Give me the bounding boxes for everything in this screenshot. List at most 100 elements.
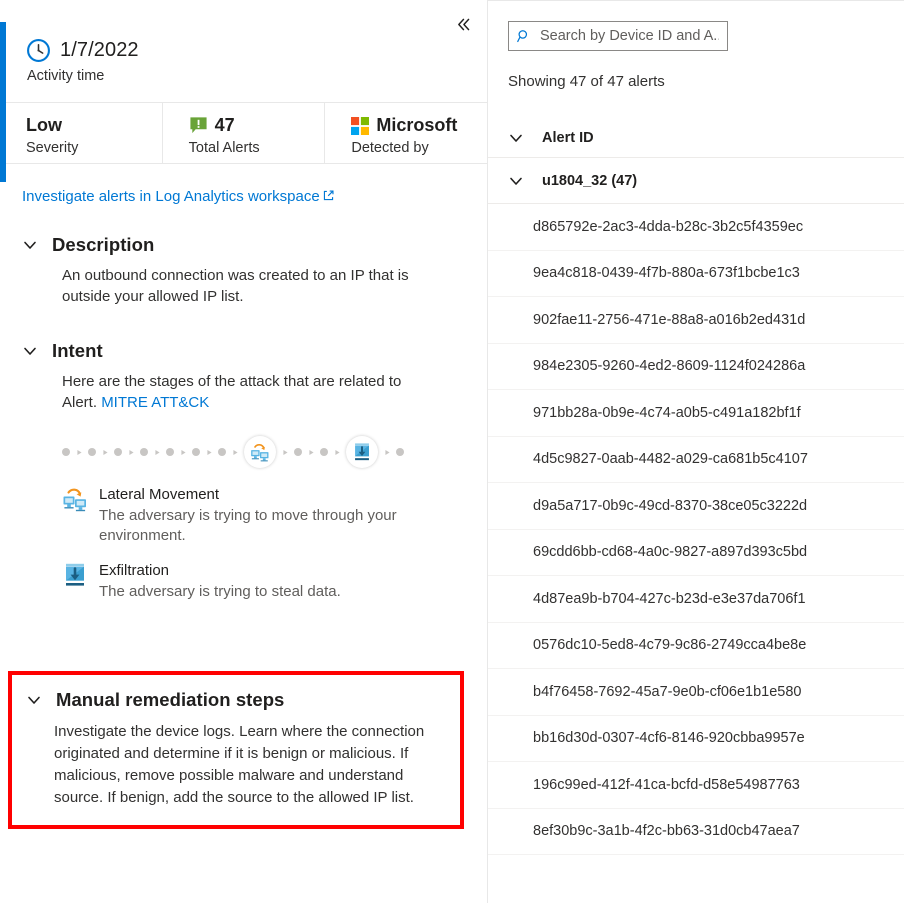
alert-id-value: 69cdd6bb-cd68-4a0c-9827-a897d393c5bd [533,544,807,560]
manual-remediation-section: Manual remediation steps Investigate the… [8,671,464,829]
alert-list-panel: Showing 47 of 47 alerts Alert ID u1804_3… [488,0,904,903]
alert-badge-icon [189,116,208,135]
chain-arrow-icon [122,449,140,456]
alert-id-value: 0576dc10-5ed8-4c79-9c86-2749cca4be8e [533,637,806,653]
chain-arrow-icon [302,449,320,456]
chain-arrow-icon [226,449,244,456]
alert-row[interactable]: 8ef30b9c-3a1b-4f2c-bb63-31d0cb47aea7 [488,809,904,856]
investigate-log-analytics-link[interactable]: Investigate alerts in Log Analytics work… [22,188,335,205]
alert-row[interactable]: bb16d30d-0307-4cf6-8146-920cbba9957e [488,716,904,763]
total-alerts-value: 47 [215,115,235,136]
description-section-header[interactable]: Description [22,234,465,256]
attack-stage-list: Lateral Movement The adversary is trying … [22,485,465,602]
mitre-attack-link[interactable]: MITRE ATT&CK [101,394,209,411]
alert-id-value: 4d87ea9b-b704-427c-b23d-e3e37da706f1 [533,591,806,607]
stat-total-alerts: 47 Total Alerts [163,103,326,163]
alert-stats-row: Low Severity 47 Total Alerts [0,102,487,164]
alert-id-value: 902fae11-2756-471e-88a8-a016b2ed431d [533,312,805,328]
alert-row[interactable]: 0576dc10-5ed8-4c79-9c86-2749cca4be8e [488,623,904,670]
chain-stage-lateral-movement-icon[interactable] [244,436,276,468]
investigate-log-analytics-label: Investigate alerts in Log Analytics work… [22,188,320,205]
remediation-title: Manual remediation steps [56,689,284,711]
chain-arrow-icon [328,449,346,456]
alert-id-column-header[interactable]: Alert ID [488,118,904,158]
alert-id-value: 196c99ed-412f-41ca-bcfd-d58e54987763 [533,777,800,793]
chain-stage-dot [396,448,404,456]
alert-row[interactable]: 984e2305-9260-4ed2-8609-1124f024286a [488,344,904,391]
attack-stage-item: ExfiltrationThe adversary is trying to s… [62,561,465,602]
chain-arrow-icon [148,449,166,456]
chain-arrow-icon [200,449,218,456]
total-alerts-label: Total Alerts [189,140,325,156]
stat-detected-by: Microsoft Detected by [325,103,487,163]
description-title: Description [52,234,154,256]
alert-row[interactable]: b4f76458-7692-45a7-9e0b-cf06e1b1e580 [488,669,904,716]
lateral-movement-icon [62,486,88,512]
alert-id-value: 4d5c9827-0aab-4482-a029-ca681b5c4107 [533,451,808,467]
chevron-double-left-icon[interactable] [447,8,479,40]
attack-stage-item: Lateral Movement The adversary is trying … [62,485,465,546]
alert-group-row[interactable]: u1804_32 (47) [488,158,904,204]
detected-by-value-row: Microsoft [351,114,487,137]
alert-row[interactable]: 4d87ea9b-b704-427c-b23d-e3e37da706f1 [488,576,904,623]
activity-time-label: Activity time [27,68,487,84]
severity-accent-bar [0,22,6,182]
intent-section-header[interactable]: Intent [22,340,465,362]
chain-stage-dot [192,448,200,456]
search-box[interactable] [508,21,728,51]
search-icon [517,29,531,43]
alert-row[interactable]: 971bb28a-0b9e-4c74-a0b5-c491a182bf1f [488,390,904,437]
search-wrap [488,1,904,51]
alert-row[interactable]: d865792e-2ac3-4dda-b28c-3b2c5f4359ec [488,204,904,251]
intent-section: Intent Here are the stages of the attack… [0,340,487,602]
log-analytics-link-wrap: Investigate alerts in Log Analytics work… [0,164,487,206]
severity-value: Low [26,114,162,137]
remediation-section-header[interactable]: Manual remediation steps [26,689,446,711]
alert-row[interactable]: d9a5a717-0b9c-49cd-8370-38ce05c3222d [488,483,904,530]
intent-body: Here are the stages of the attack that a… [22,371,465,413]
chain-arrow-icon [276,449,294,456]
chain-arrow-icon [174,449,192,456]
clock-icon [26,38,51,63]
chain-stage-dot [62,448,70,456]
alert-id-value: 984e2305-9260-4ed2-8609-1124f024286a [533,358,805,374]
chevron-down-icon [22,343,38,359]
description-section: Description An outbound connection was c… [0,234,487,307]
chain-stage-dot [114,448,122,456]
activity-summary: 1/7/2022 Activity time [0,0,487,102]
alert-id-value: b4f76458-7692-45a7-9e0b-cf06e1b1e580 [533,684,801,700]
alert-id-value: 971bb28a-0b9e-4c74-a0b5-c491a182bf1f [533,405,801,421]
stat-severity: Low Severity [0,103,163,163]
attack-stage-description: The adversary is trying to steal data. [99,582,341,602]
chain-stage-dot [166,448,174,456]
alert-details-panel: 1/7/2022 Activity time Low Severity [0,0,488,903]
attack-stage-track [22,435,465,469]
alert-row[interactable]: 196c99ed-412f-41ca-bcfd-d58e54987763 [488,762,904,809]
alert-group-label: u1804_32 (47) [542,173,637,189]
alert-row[interactable]: 9ea4c818-0439-4f7b-880a-673f1bcbe1c3 [488,251,904,298]
attack-stage-description: The adversary is trying to move through … [99,506,429,546]
detected-by-value: Microsoft [376,115,457,136]
alert-row[interactable]: 69cdd6bb-cd68-4a0c-9827-a897d393c5bd [488,530,904,577]
chain-arrow-icon [96,449,114,456]
chain-stage-exfiltration-icon[interactable] [346,436,378,468]
detected-by-label: Detected by [351,140,487,156]
alert-id-value: d865792e-2ac3-4dda-b28c-3b2c5f4359ec [533,219,803,235]
chevron-down-icon [26,692,42,708]
microsoft-logo-icon [351,117,369,135]
exfiltration-icon [62,562,88,588]
alert-id-value: 8ef30b9c-3a1b-4f2c-bb63-31d0cb47aea7 [533,823,800,839]
chain-arrow-icon [70,449,88,456]
alert-rows-container: d865792e-2ac3-4dda-b28c-3b2c5f4359ec 9ea4… [488,204,904,855]
severity-label: Severity [26,140,162,156]
remediation-body: Investigate the device logs. Learn where… [26,721,446,809]
alert-row[interactable]: 902fae11-2756-471e-88a8-a016b2ed431d [488,297,904,344]
intent-title: Intent [52,340,103,362]
search-input[interactable] [540,28,719,44]
alert-row[interactable]: 4d5c9827-0aab-4482-a029-ca681b5c4107 [488,437,904,484]
showing-count-label: Showing 47 of 47 alerts [488,51,904,90]
alert-id-value: 9ea4c818-0439-4f7b-880a-673f1bcbe1c3 [533,265,800,281]
attack-stage-name: Lateral Movement [99,485,429,504]
external-link-icon [322,189,335,202]
chevron-down-icon [508,130,524,146]
